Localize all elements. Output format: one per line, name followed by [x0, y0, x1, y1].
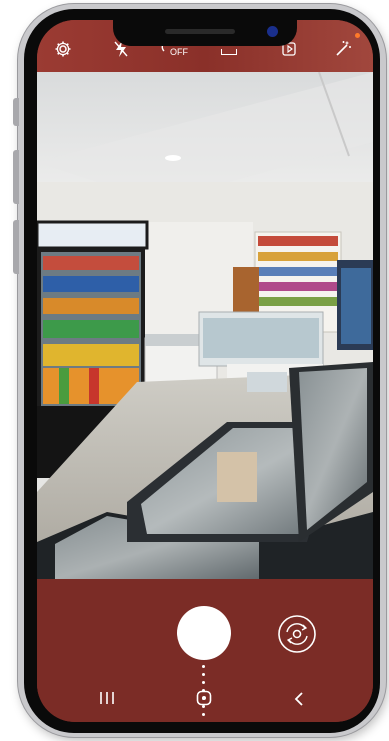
magic-wand-icon[interactable]: [334, 40, 352, 58]
camera-controls: [37, 579, 373, 722]
home-icon[interactable]: [196, 690, 212, 711]
switch-camera-icon[interactable]: [275, 612, 319, 656]
side-button-bixby: [13, 220, 19, 274]
front-camera-lens: [267, 26, 278, 37]
notification-dot: [355, 33, 360, 38]
shutter-button[interactable]: [177, 606, 231, 660]
preview-scene: [37, 72, 373, 579]
ratio-frame-icon: [221, 49, 237, 55]
notch: [113, 20, 297, 46]
recents-icon[interactable]: [99, 691, 115, 710]
speaker-grille: [165, 29, 235, 34]
side-button-volume-down: [13, 150, 19, 204]
camera-viewfinder[interactable]: [37, 72, 373, 579]
side-button-volume-up: [13, 98, 19, 126]
back-icon[interactable]: [293, 691, 305, 712]
left-fridge-header: [37, 220, 149, 250]
gear-icon[interactable]: [54, 40, 72, 58]
timer-label: OFF: [170, 47, 188, 57]
screen: OFF Full: [37, 20, 373, 722]
